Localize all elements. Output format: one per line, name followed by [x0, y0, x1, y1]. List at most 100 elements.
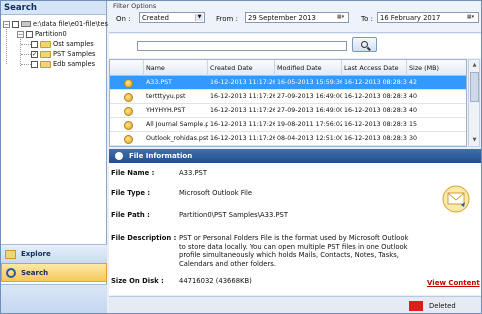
tree-partition-label: Partition0	[35, 30, 67, 38]
pst-file-icon	[124, 79, 133, 88]
table-row[interactable]: All Journal Sample.pst 16-12-2013 11:17:…	[110, 118, 466, 132]
cell-size: 42	[409, 79, 418, 86]
file-type-label: File Type :	[111, 189, 151, 197]
col-name[interactable]: Name	[144, 60, 208, 76]
from-date-picker[interactable]: 29 September 2013 ▦▾	[245, 12, 349, 23]
root-checkbox[interactable]	[12, 20, 19, 28]
chevron-down-icon[interactable]: ▼	[195, 14, 203, 21]
cell-created: 16-12-2013 11:17:26	[210, 79, 275, 86]
tree-folder-edb[interactable]: Edb samples	[31, 59, 95, 69]
table-row[interactable]: tertttyyu.pst 16-12-2013 11:17:26 27-09-…	[110, 90, 466, 104]
calendar-dropdown-icon[interactable]: ▦▾	[334, 14, 347, 21]
file-name-label: File Name :	[111, 169, 155, 177]
view-content-link[interactable]: View Content	[427, 279, 480, 287]
table-row[interactable]: Outlook_rohidas.pst 16-12-2013 11:17:26 …	[110, 132, 466, 146]
cell-size: 40	[409, 107, 418, 114]
deleted-legend-label: Deleted	[429, 302, 456, 310]
cell-created: 16-12-2013 11:17:26	[210, 121, 275, 128]
cell-modified: 16-05-2013 15:59:36	[277, 79, 342, 86]
nav-search-label: Search	[21, 268, 49, 277]
nav-search-button[interactable]: Search	[1, 263, 107, 282]
file-grid: Name Created Date Modified Date Last Acc…	[109, 59, 467, 147]
cell-created: 16-12-2013 11:17:26	[210, 135, 275, 142]
file-path-label: File Path :	[111, 211, 150, 219]
partition-checkbox[interactable]	[26, 30, 33, 38]
collapse-icon[interactable]: −	[3, 20, 10, 28]
cell-access: 16-12-2013 08:28:32	[344, 135, 407, 142]
folder-tree: − e:\data file\e01-file\tes − Partition0…	[1, 16, 108, 241]
file-type-value: Microsoft Outlook File	[179, 189, 253, 197]
pst-file-icon	[124, 107, 133, 116]
col-modified[interactable]: Modified Date	[275, 60, 342, 76]
cell-size: 40	[409, 93, 418, 100]
cell-modified: 08-04-2013 12:51:00	[277, 135, 342, 142]
on-label: On :	[116, 15, 131, 23]
scroll-down-icon[interactable]: ▼	[470, 136, 479, 145]
folder-checkbox[interactable]	[31, 40, 38, 48]
folder-icon	[40, 60, 51, 68]
size-on-disk-value: 44716032 (43668KB)	[179, 277, 252, 285]
cell-name: All Journal Sample.pst	[146, 121, 208, 128]
folder-icon	[40, 50, 51, 58]
col-created[interactable]: Created Date	[208, 60, 275, 76]
folder-checkbox[interactable]	[31, 60, 38, 68]
scroll-up-icon[interactable]: ▲	[470, 61, 479, 70]
outlook-envelope-icon	[442, 185, 470, 213]
folder-checkbox-checked[interactable]: ✓	[31, 50, 38, 58]
table-row[interactable]: A33.PST 16-12-2013 11:17:26 16-05-2013 1…	[110, 76, 466, 90]
folder-label: PST Samples	[53, 50, 96, 58]
search-button[interactable]	[352, 37, 377, 52]
to-label: To :	[361, 15, 373, 23]
folder-icon	[40, 40, 51, 48]
grid-header: Name Created Date Modified Date Last Acc…	[110, 60, 466, 76]
search-row	[109, 34, 481, 58]
cell-access: 16-12-2013 08:28:32	[344, 93, 407, 100]
folder-label: Ost samples	[53, 40, 94, 48]
tree-partition[interactable]: − Partition0	[17, 29, 67, 39]
cell-access: 16-12-2013 08:28:32	[344, 79, 407, 86]
cell-created: 16-12-2013 11:17:26	[210, 107, 275, 114]
col-size[interactable]: Size (MB)	[407, 60, 466, 76]
file-info-header: File Information	[109, 149, 481, 163]
left-panel-footer	[1, 284, 107, 313]
file-path-value: Partition0\PST Samples\A33.PST	[179, 211, 289, 219]
on-select-value: Created	[142, 14, 169, 22]
grid-scrollbar[interactable]: ▲ ▼	[468, 59, 480, 147]
search-input[interactable]	[137, 41, 347, 51]
tree-folder-pst[interactable]: ✓ PST Samples	[31, 49, 95, 59]
file-desc-value: PST or Personal Folders File is the form…	[179, 234, 409, 268]
tree-connector	[21, 54, 31, 55]
on-select[interactable]: Created ▼	[139, 12, 205, 23]
pst-file-icon	[124, 121, 133, 130]
cell-name: A33.PST	[146, 79, 172, 86]
col-icon[interactable]	[110, 60, 144, 76]
col-access[interactable]: Last Access Date	[342, 60, 407, 76]
search-icon	[6, 267, 16, 278]
status-bar: Deleted	[109, 296, 481, 313]
file-info-panel: File Name : A33.PST File Type : Microsof…	[109, 163, 481, 295]
cell-modified: 27-09-2013 16:49:00	[277, 93, 342, 100]
deleted-legend-swatch	[409, 301, 423, 311]
nav-explore-button[interactable]: Explore	[1, 244, 107, 263]
cell-name: Outlook_rohidas.pst	[146, 135, 208, 142]
filter-options: Filter Options On : Created ▼ From : 29 …	[109, 1, 481, 33]
tree-connector	[6, 24, 7, 64]
file-name-value: A33.PST	[179, 169, 208, 177]
table-row[interactable]: YHYHYH.PST 16-12-2013 11:17:26 27-09-201…	[110, 104, 466, 118]
collapse-icon[interactable]: −	[17, 30, 24, 38]
cell-size: 30	[409, 135, 418, 142]
cell-modified: 27-09-2013 16:49:00	[277, 107, 342, 114]
tree-root[interactable]: − e:\data file\e01-file\tes	[3, 19, 108, 29]
tree-connector	[21, 64, 31, 65]
scroll-thumb[interactable]	[470, 72, 479, 102]
drive-icon	[21, 21, 31, 27]
calendar-dropdown-icon[interactable]: ▦▾	[464, 14, 477, 21]
pst-file-icon	[124, 93, 133, 102]
left-panel: Search − e:\data file\e01-file\tes − Par…	[1, 1, 108, 313]
to-date-picker[interactable]: 16 February 2017 ▦▾	[377, 12, 479, 23]
cell-modified: 19-08-2011 17:56:02	[277, 121, 342, 128]
tree-folder-ost[interactable]: Ost samples	[31, 39, 94, 49]
magnifier-icon	[361, 41, 368, 48]
file-desc-label: File Description :	[111, 234, 177, 242]
cell-access: 16-12-2013 08:28:32	[344, 107, 407, 114]
